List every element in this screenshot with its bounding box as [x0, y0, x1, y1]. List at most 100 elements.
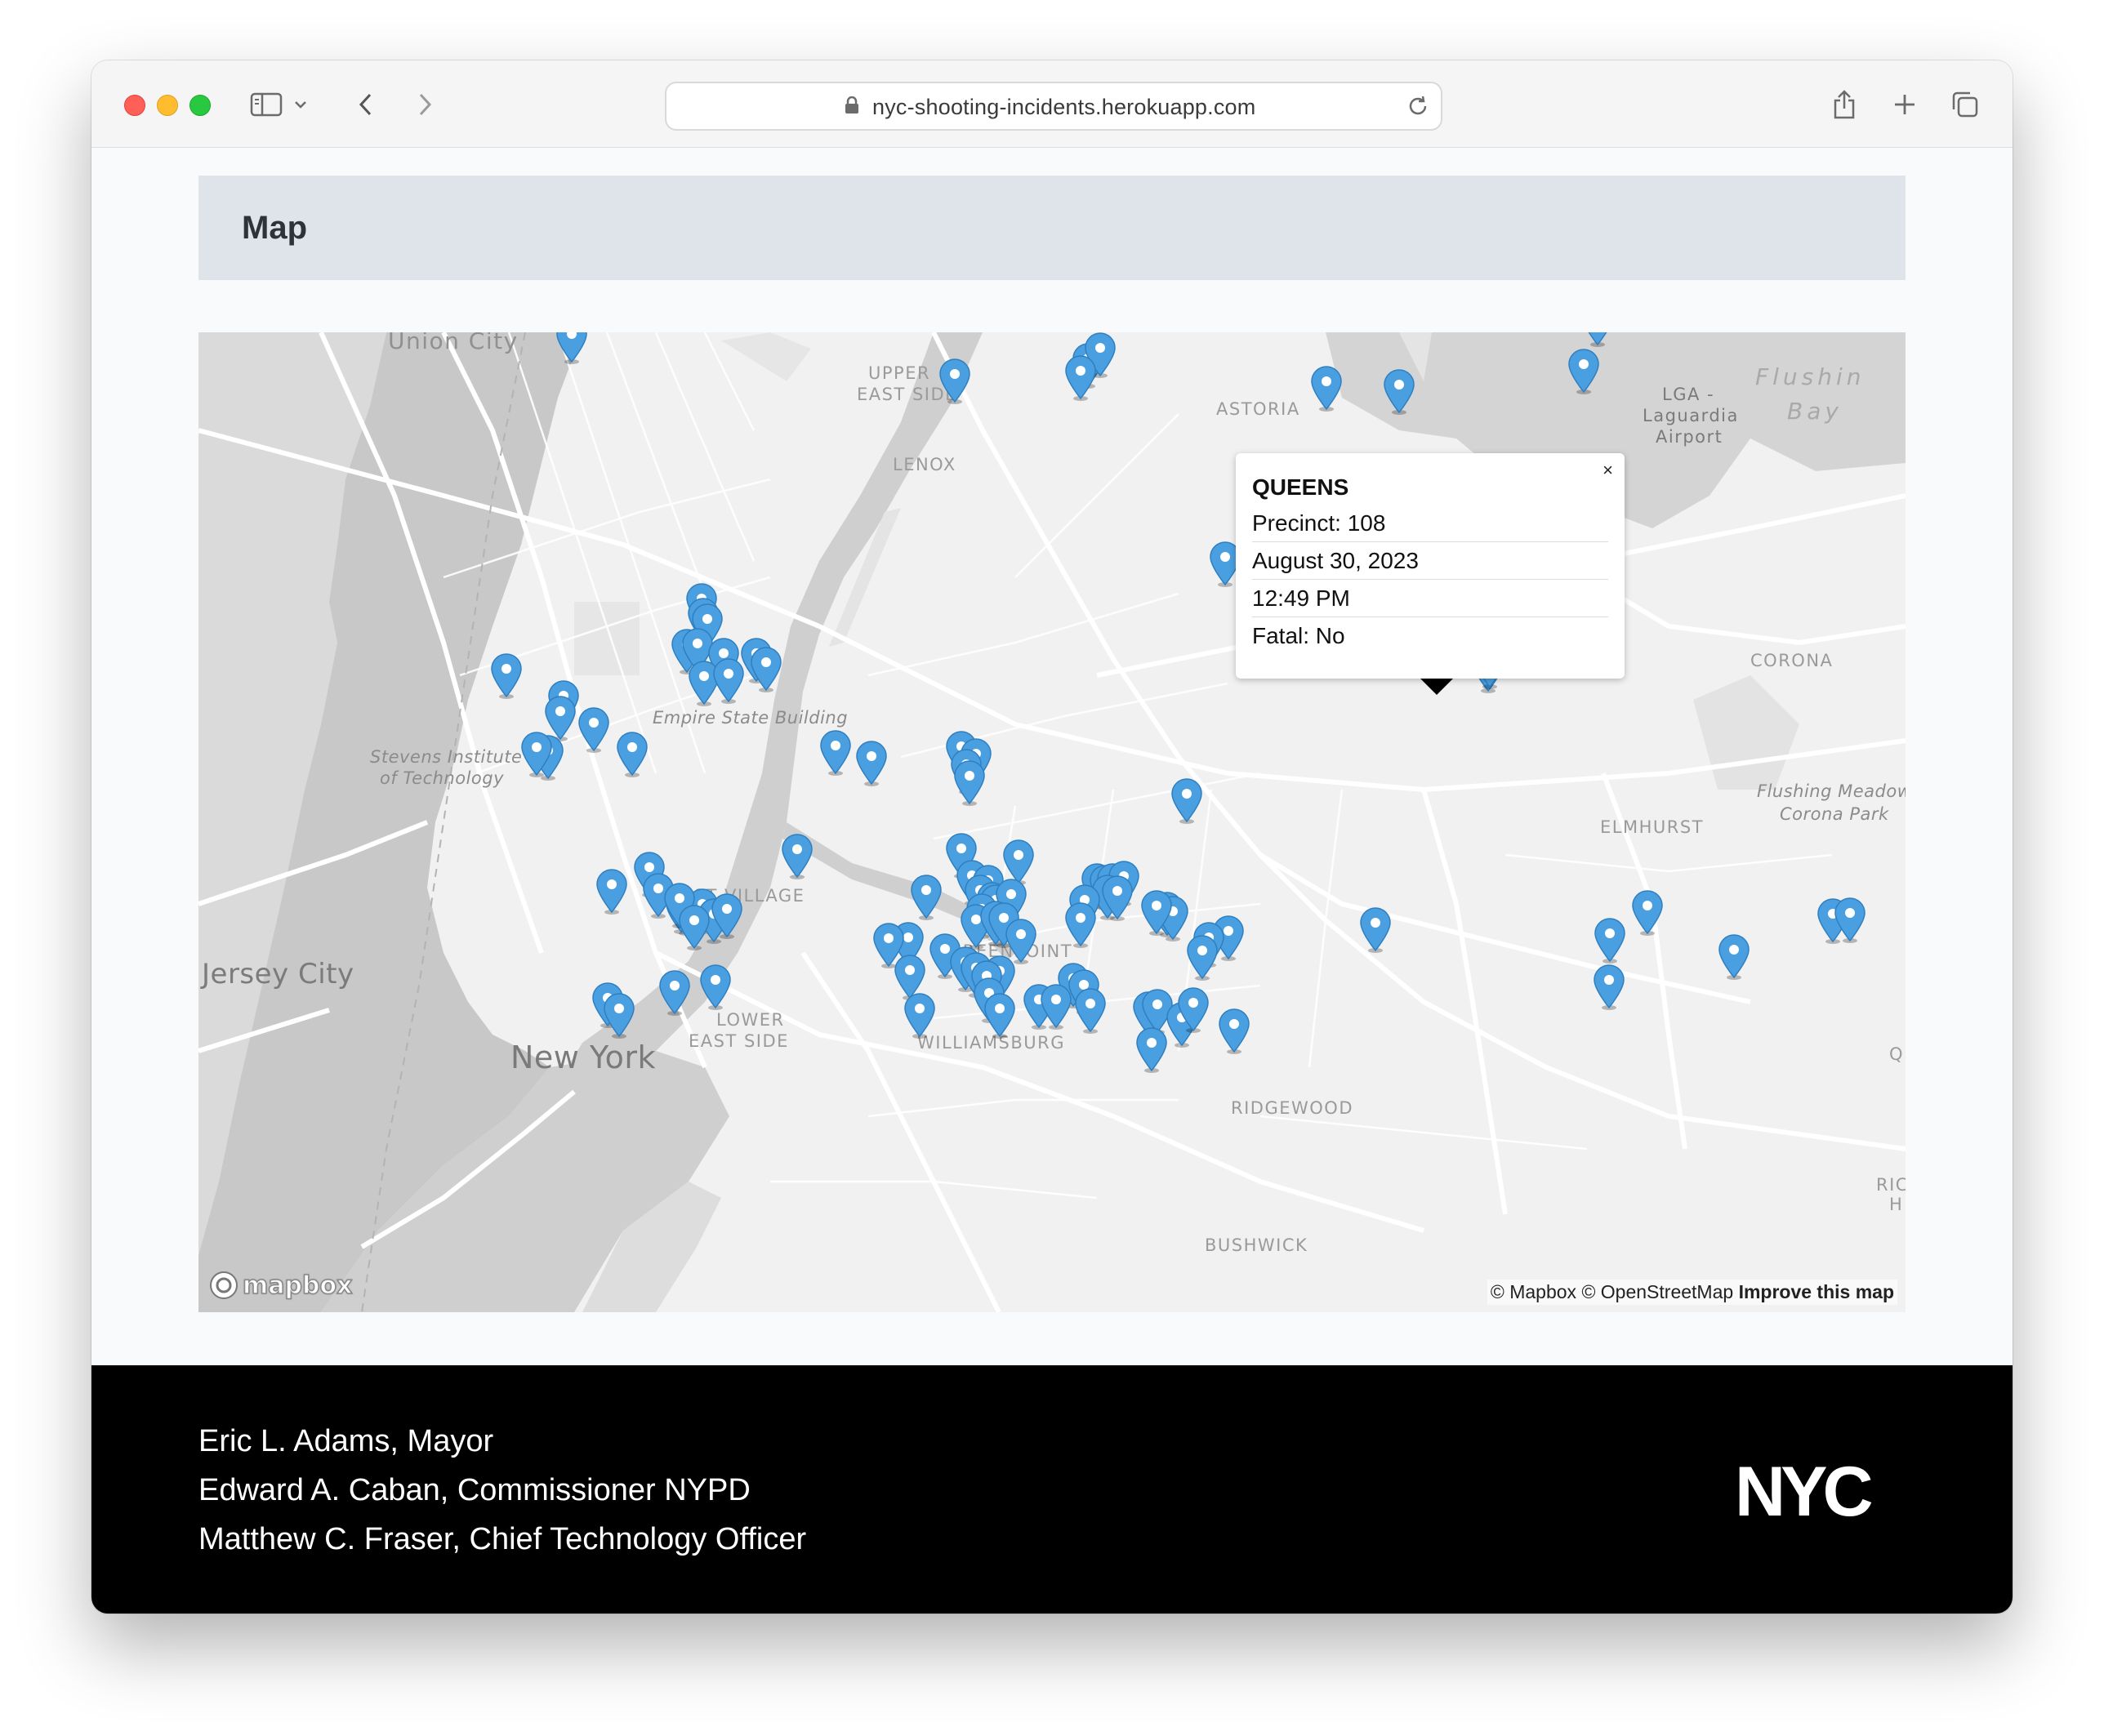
close-window-button[interactable] — [124, 95, 145, 116]
label-ridgewood: RIDGEWOOD — [1231, 1098, 1353, 1118]
label-corona: CORONA — [1750, 651, 1834, 670]
incident-marker[interactable] — [938, 358, 972, 405]
new-tab-plus-icon[interactable] — [1885, 85, 1924, 124]
attribution-mapbox[interactable]: © Mapbox — [1491, 1281, 1576, 1302]
footer-cto: Matthew C. Fraser, Chief Technology Offi… — [198, 1522, 807, 1556]
back-arrow-icon[interactable] — [346, 85, 386, 124]
label-lower-east-side: EAST SIDE — [689, 1031, 789, 1051]
incident-marker[interactable] — [952, 759, 987, 807]
label-empire-state-building: Empire State Building — [653, 708, 849, 728]
incident-marker[interactable] — [1139, 889, 1174, 937]
share-icon[interactable] — [1825, 85, 1864, 124]
incident-marker[interactable] — [909, 874, 943, 921]
incident-marker[interactable] — [1176, 986, 1210, 1034]
mapbox-logo-text: mapbox — [242, 1271, 353, 1301]
incident-marker[interactable] — [1833, 897, 1867, 944]
incident-marker[interactable] — [1382, 368, 1416, 416]
address-bar[interactable]: nyc-shooting-incidents.herokuapp.com — [665, 82, 1442, 131]
label-jersey-city: Jersey City — [202, 958, 354, 990]
reload-icon[interactable] — [1405, 93, 1431, 119]
incident-marker[interactable] — [1185, 934, 1219, 982]
label-q: Q — [1889, 1044, 1905, 1064]
popup-close-button[interactable]: × — [1603, 460, 1613, 481]
incident-marker[interactable] — [519, 731, 554, 778]
zoom-window-button[interactable] — [189, 95, 211, 116]
popup-fatal: Fatal: No — [1252, 623, 1345, 648]
site-footer: Eric L. Adams, Mayor Edward A. Caban, Co… — [91, 1365, 2013, 1614]
label-flushing-meadows: Corona Park — [1780, 804, 1889, 824]
tab-overview-icon[interactable] — [1946, 85, 1985, 124]
label-flushing-bay: Bay — [1787, 398, 1843, 425]
popup-date: August 30, 2023 — [1252, 548, 1608, 580]
browser-toolbar: nyc-shooting-incidents.herokuapp.com — [91, 60, 2013, 148]
incident-marker[interactable] — [710, 892, 744, 940]
label-lga: Airport — [1656, 427, 1723, 447]
label-bushwick: BUSHWICK — [1205, 1235, 1308, 1255]
footer-commissioner: Edward A. Caban, Commissioner NYPD — [198, 1473, 751, 1507]
label-new-york: New York — [510, 1039, 657, 1075]
incident-marker[interactable] — [1593, 917, 1627, 964]
incident-marker[interactable] — [854, 740, 889, 787]
incident-marker[interactable] — [1134, 1026, 1169, 1074]
popup-precinct: Precinct: 108 — [1252, 510, 1608, 542]
nyc-logo[interactable]: NYC — [1735, 1462, 1906, 1520]
incident-marker[interactable] — [677, 904, 711, 951]
browser-window: nyc-shooting-incidents.herokuapp.com Map — [91, 60, 2013, 1614]
popup-time: 12:49 PM — [1252, 585, 1608, 617]
incident-marker[interactable] — [1063, 901, 1098, 949]
footer-mayor: Eric L. Adams, Mayor — [198, 1424, 494, 1458]
attribution-osm[interactable]: © OpenStreetMap — [1581, 1281, 1733, 1302]
incident-marker[interactable] — [1592, 964, 1626, 1011]
label-lenox: LENOX — [893, 455, 956, 474]
label-lga: LGA - — [1662, 385, 1715, 404]
incident-marker[interactable] — [818, 729, 853, 777]
svg-text:NYC: NYC — [1735, 1462, 1871, 1520]
label-union-city: Union City — [388, 332, 519, 354]
selected-marker-indicator — [1420, 679, 1453, 695]
map-attribution: © Mapbox © OpenStreetMap Improve this ma… — [1487, 1280, 1897, 1305]
incident-marker[interactable] — [577, 706, 611, 754]
map-canvas[interactable]: Union City UPPER EAST SIDE ASTORIA LENOX… — [198, 332, 1906, 1312]
incident-popup: × QUEENS Precinct: 108 August 30, 2023 1… — [1236, 453, 1625, 679]
incident-marker[interactable] — [1100, 875, 1134, 922]
label-flushing-meadows: Flushing Meadows — [1757, 781, 1906, 801]
incident-marker[interactable] — [595, 868, 629, 915]
page-title: Map — [242, 210, 307, 246]
sidebar-toggle-icon[interactable] — [247, 85, 286, 124]
incident-marker[interactable] — [1309, 365, 1344, 412]
incident-marker[interactable] — [698, 964, 733, 1011]
incident-marker[interactable] — [780, 833, 814, 880]
label-astoria: ASTORIA — [1216, 399, 1300, 419]
incident-marker[interactable] — [1170, 777, 1204, 825]
lock-icon — [845, 96, 858, 114]
incident-marker[interactable] — [555, 332, 589, 365]
incident-marker[interactable] — [1073, 987, 1108, 1035]
improve-map-link[interactable]: Improve this map — [1739, 1281, 1894, 1302]
incident-marker[interactable] — [1580, 332, 1615, 348]
mapbox-icon — [210, 1271, 238, 1299]
mapbox-logo[interactable]: mapbox — [208, 1270, 353, 1301]
incident-marker[interactable] — [489, 652, 524, 700]
label-elmhurst: ELMHURST — [1600, 817, 1704, 837]
forward-arrow-icon[interactable] — [405, 85, 444, 124]
minimize-window-button[interactable] — [157, 95, 178, 116]
incident-marker[interactable] — [1717, 933, 1751, 981]
incident-marker[interactable] — [602, 992, 636, 1039]
incident-marker[interactable] — [1063, 354, 1098, 402]
incident-marker[interactable] — [1217, 1008, 1251, 1055]
incident-marker[interactable] — [1567, 348, 1601, 395]
incident-marker[interactable] — [1630, 889, 1665, 937]
popup-borough: QUEENS — [1252, 474, 1349, 500]
incident-marker[interactable] — [615, 731, 649, 778]
incident-marker[interactable] — [1358, 906, 1393, 954]
label-lower-east-side: LOWER — [716, 1010, 785, 1030]
chevron-down-icon[interactable] — [291, 85, 310, 124]
incident-marker[interactable] — [983, 992, 1017, 1039]
incident-marker[interactable] — [903, 992, 937, 1039]
label-rich: RICH — [1876, 1175, 1906, 1195]
url-text: nyc-shooting-incidents.herokuapp.com — [872, 95, 1256, 119]
incident-marker[interactable] — [1039, 983, 1073, 1030]
label-upper-east-side: UPPER — [868, 363, 931, 383]
incident-marker[interactable] — [749, 646, 783, 693]
incident-marker[interactable] — [658, 969, 692, 1017]
